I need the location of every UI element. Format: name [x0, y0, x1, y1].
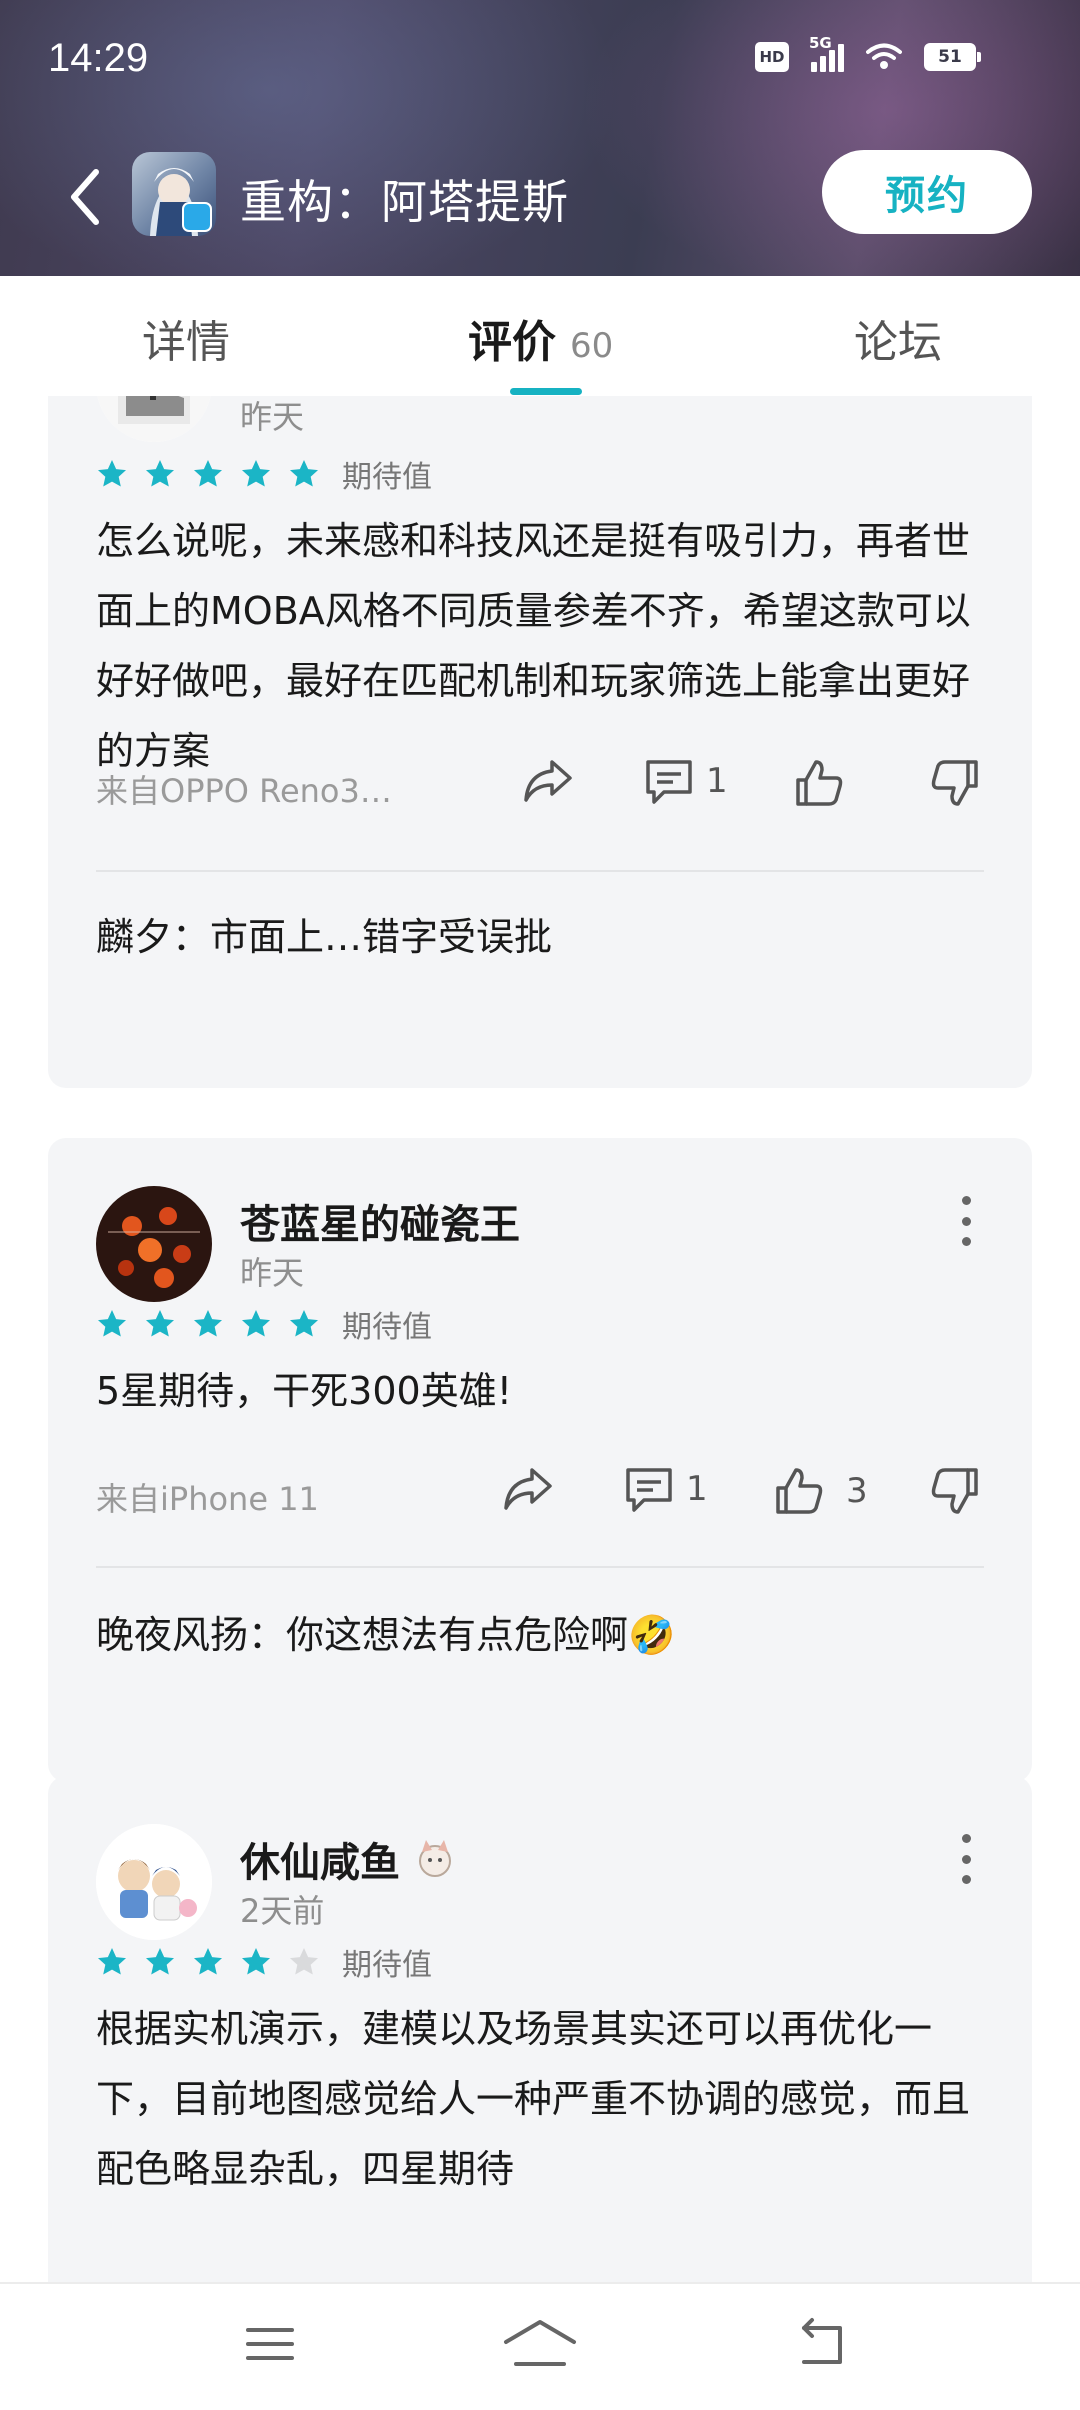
dislike-button[interactable] [928, 756, 982, 810]
share-icon [524, 760, 572, 802]
avatar-image [96, 1186, 212, 1302]
thumbs-down-icon [931, 1468, 978, 1514]
tab-forum[interactable]: 论坛 [854, 306, 942, 370]
star-filled-icon [242, 1310, 270, 1337]
avatar[interactable] [96, 1186, 212, 1302]
review-card: 休仙咸鱼 2天前 期待值 根据实机演示，建模以及场景其实还可以再优化一下，目前地… [48, 1776, 1032, 2282]
star-filled-icon [194, 460, 222, 487]
username[interactable]: 苍蓝星的碰瓷王 [240, 1192, 520, 1250]
comment-count: 1 [686, 1469, 708, 1509]
comment-count: 1 [706, 761, 728, 801]
status-bar: 14:29 HD 5G 51 [0, 0, 1080, 120]
star-filled-icon [242, 1948, 270, 1975]
star-empty-icon [290, 1948, 318, 1975]
more-options-button[interactable] [956, 1196, 976, 1246]
star-filled-icon [242, 460, 270, 487]
rating-stars: 期待值 [96, 1302, 432, 1346]
device-source: 来自iPhone 11 [96, 1480, 319, 1518]
star-filled-icon [290, 1310, 318, 1337]
back-arrow-icon[interactable] [62, 162, 112, 232]
star-filled-icon [98, 460, 126, 487]
thumbs-down-icon [931, 760, 978, 806]
comment-button[interactable]: 1 [622, 1464, 708, 1514]
system-navigation-bar [0, 2282, 1080, 2410]
avatar-image [96, 396, 212, 442]
post-time: 昨天 [240, 398, 305, 436]
reserve-button[interactable]: 预约 [822, 150, 1032, 234]
user-badge-icon [419, 1840, 451, 1877]
review-text[interactable]: 5星期待，干死300英雄! [96, 1356, 996, 1426]
comment-icon [626, 1468, 672, 1512]
battery-icon: 51 [924, 43, 981, 71]
username-text: 休仙咸鱼 [240, 1840, 400, 1886]
title-bar: 重构：阿塔提斯 预约 [0, 140, 1080, 250]
rating-label: 期待值 [342, 460, 432, 495]
reply-preview[interactable]: 麟夕：市面上…错字受误批 [96, 906, 552, 961]
star-filled-icon [98, 1310, 126, 1337]
app-icon [132, 152, 216, 236]
review-text[interactable]: 怎么说呢，未来感和科技风还是挺有吸引力，再者世面上的MOBA风格不同质量参差不齐… [96, 506, 996, 786]
divider [96, 870, 984, 872]
status-icons: HD 5G 51 [755, 34, 981, 72]
share-icon [504, 1468, 552, 1510]
star-filled-icon [194, 1310, 222, 1337]
share-button[interactable] [500, 1464, 554, 1514]
like-button[interactable]: 3 [772, 1464, 868, 1518]
tab-detail[interactable]: 详情 [142, 306, 230, 370]
dislike-button[interactable] [928, 1464, 982, 1518]
avatar[interactable] [96, 396, 212, 442]
star-filled-icon [98, 1948, 126, 1975]
star-filled-icon [146, 1310, 174, 1337]
star-filled-icon [146, 1948, 174, 1975]
avatar[interactable] [96, 1824, 212, 1940]
reply-preview[interactable]: 晚夜风扬：你这想法有点危险啊🤣 [96, 1604, 675, 1659]
review-text[interactable]: 根据实机演示，建模以及场景其实还可以再优化一下，目前地图感觉给人一种严重不协调的… [96, 1994, 996, 2204]
rating-label: 期待值 [342, 1310, 432, 1345]
share-button[interactable] [520, 756, 574, 806]
like-count: 3 [846, 1471, 868, 1511]
review-card: 苍蓝星的碰瓷王 昨天 期待值 5星期待，干死300英雄! 来自iPhone 11… [48, 1138, 1032, 1782]
thumbs-up-icon [776, 1468, 823, 1514]
like-button[interactable] [792, 756, 856, 810]
tab-review[interactable]: 评价 60 [468, 306, 613, 370]
wifi-icon [866, 43, 902, 69]
status-time: 14:29 [48, 36, 149, 80]
platform-badge-icon [182, 202, 212, 232]
comment-icon [646, 760, 692, 804]
signal-icon: 5G [809, 34, 844, 72]
post-time: 2天前 [240, 1892, 325, 1930]
app-title: 重构：阿塔提斯 [240, 175, 569, 229]
rating-label: 期待值 [342, 1948, 432, 1983]
tab-bar: 详情 评价 60 论坛 [0, 276, 1080, 396]
device-source: 来自OPPO Reno3… [96, 772, 392, 810]
tab-review-label: 评价 [468, 317, 556, 368]
rating-stars: 期待值 [96, 1940, 432, 1984]
back-icon[interactable] [790, 2314, 850, 2374]
thumbs-up-icon [796, 760, 843, 806]
divider [96, 1566, 984, 1568]
comment-button[interactable]: 1 [642, 756, 728, 806]
star-filled-icon [290, 460, 318, 487]
review-count: 60 [570, 326, 614, 366]
post-time: 昨天 [240, 1254, 305, 1292]
menu-icon[interactable] [240, 2314, 300, 2374]
avatar-image [96, 1824, 212, 1940]
rating-stars: 期待值 [96, 452, 432, 496]
hd-icon: HD [755, 42, 789, 72]
network-type-label: 5G [809, 34, 832, 52]
more-options-button[interactable] [956, 1834, 976, 1884]
review-list[interactable]: 昨天 期待值 怎么说呢，未来感和科技风还是挺有吸引力，再者世面上的MOBA风格不… [0, 396, 1080, 2282]
tab-indicator [510, 388, 582, 395]
app-header: 14:29 HD 5G 51 重构：阿塔提斯 预约 [0, 0, 1080, 276]
review-card: 昨天 期待值 怎么说呢，未来感和科技风还是挺有吸引力，再者世面上的MOBA风格不… [48, 396, 1032, 1088]
star-filled-icon [146, 460, 174, 487]
star-filled-icon [194, 1948, 222, 1975]
home-icon[interactable] [500, 2314, 580, 2374]
username[interactable]: 休仙咸鱼 [240, 1830, 458, 1888]
